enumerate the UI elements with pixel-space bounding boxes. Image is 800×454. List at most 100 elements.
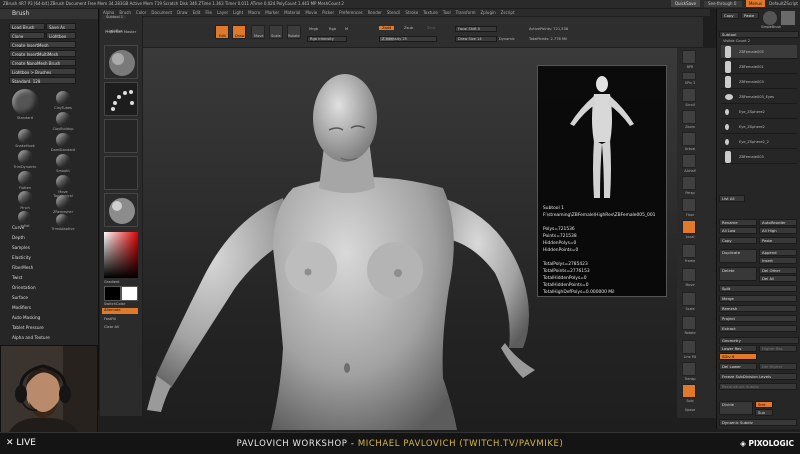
zsub-button[interactable]: Zsub: [404, 26, 413, 30]
default-zscript-button[interactable]: DefaultZScript: [769, 1, 798, 6]
menu-picker[interactable]: Picker: [322, 10, 334, 15]
menu-color[interactable]: Color: [136, 10, 146, 15]
rgb-intensity-slider[interactable]: Rgb Intensity: [307, 36, 347, 42]
brush-thumb-trimadaptive[interactable]: [56, 214, 68, 226]
persp-button[interactable]: [682, 176, 696, 190]
lightbox-brushes-button[interactable]: Lightbox > Brushes: [9, 68, 76, 75]
brush-thumb-move[interactable]: [56, 112, 70, 126]
del-other-button[interactable]: Del Other: [759, 267, 797, 274]
del-all-button[interactable]: Del All: [759, 275, 797, 282]
load-brush-button[interactable]: Load Brush: [9, 23, 45, 30]
brush-menu-fibermesh[interactable]: FiberMesh: [12, 265, 33, 270]
freeze-subdivision-button[interactable]: Freeze SubDivision Levels: [719, 373, 797, 380]
menus-toggle[interactable]: Menus: [745, 0, 766, 7]
subtool-item[interactable]: Eye_ZSphere2: [721, 105, 797, 119]
list-all-button[interactable]: List All: [719, 195, 745, 202]
suv-toggle[interactable]: Suv: [755, 409, 773, 416]
color-picker[interactable]: [104, 232, 138, 278]
subtool-item[interactable]: ZBFemale003: [721, 150, 797, 164]
tool-thumb-sphere[interactable]: [104, 45, 138, 79]
subtool-item[interactable]: Eye_ZSphere2_2: [721, 135, 797, 149]
brush-thumb-pinch[interactable]: [18, 191, 32, 205]
dynamic-button[interactable]: Dynamic: [499, 37, 515, 41]
rename-button[interactable]: Rename: [719, 219, 757, 226]
duplicate-button[interactable]: Duplicate: [719, 249, 757, 263]
line-fill-button[interactable]: [682, 340, 696, 354]
brush-thumb-standard[interactable]: [12, 89, 38, 115]
tool-thumb-texture[interactable]: [104, 156, 138, 190]
subtool-item[interactable]: ZBFemale003_Eyes: [721, 90, 797, 104]
paste-tool-button[interactable]: Paste: [741, 12, 759, 19]
menu-draw[interactable]: Draw: [177, 10, 187, 15]
floor-button[interactable]: [682, 198, 696, 212]
scale-view-button[interactable]: [682, 292, 696, 306]
copy-subtool-button[interactable]: Copy: [719, 237, 757, 244]
menu-material[interactable]: Material: [284, 10, 300, 15]
higher-res-button[interactable]: Higher Res: [759, 345, 797, 352]
mrgb-button[interactable]: Mrgb: [309, 27, 318, 31]
copy-tool-button[interactable]: Copy: [721, 12, 739, 19]
lightbox-button[interactable]: Lightbox: [46, 32, 76, 39]
brush-menu-alpha-texture[interactable]: Alpha and Texture: [12, 335, 50, 340]
alternate-button[interactable]: Alternate: [102, 308, 138, 314]
zadd-button[interactable]: Zadd: [379, 26, 395, 30]
smt-toggle[interactable]: Smt: [755, 401, 773, 408]
geometry-header[interactable]: Geometry: [719, 337, 799, 344]
lightbox-tab[interactable]: LightBox: [107, 29, 123, 33]
m-button[interactable]: M: [345, 27, 348, 31]
menu-movie[interactable]: Movie: [305, 10, 317, 15]
rotate-button[interactable]: Rotate: [287, 25, 301, 39]
xpose-label[interactable]: Xpose: [679, 408, 701, 412]
z-intensity-slider[interactable]: Z Intensity 25: [379, 36, 437, 42]
focal-shift-slider[interactable]: Focal Shift 0: [455, 26, 497, 32]
merge-button[interactable]: Merge: [719, 295, 797, 302]
create-insertmesh-button[interactable]: Create InsertMesh: [9, 41, 76, 48]
menu-edit[interactable]: Edit: [193, 10, 201, 15]
solo-button[interactable]: [682, 384, 696, 398]
aahalf-button[interactable]: [682, 154, 696, 168]
fastfill-button[interactable]: FastFill: [104, 317, 116, 321]
tool-thumb-alpha[interactable]: [104, 119, 138, 153]
quicksave-button[interactable]: QuickSave: [670, 0, 700, 7]
scroll-button[interactable]: [682, 88, 696, 102]
rotate-view-button[interactable]: [682, 316, 696, 330]
menu-file[interactable]: File: [205, 10, 212, 15]
clear-all-button[interactable]: Clear All: [104, 325, 119, 329]
menu-tool[interactable]: Tool: [443, 10, 451, 15]
move-button[interactable]: Move: [251, 25, 265, 39]
all-high-button[interactable]: All High: [759, 227, 797, 234]
create-insertmultimesh-button[interactable]: Create InsertMultiMesh: [9, 50, 76, 57]
menu-marker[interactable]: Marker: [265, 10, 279, 15]
scale-button[interactable]: Scale: [269, 25, 283, 39]
brush-thumb-move-topological[interactable]: [56, 175, 70, 189]
brush-thumb-snakehook[interactable]: [18, 129, 32, 143]
rgb-button[interactable]: Rgb: [329, 27, 336, 31]
menu-stroke[interactable]: Stroke: [405, 10, 418, 15]
menu-transform[interactable]: Transform: [456, 10, 476, 15]
menu-preferences[interactable]: Preferences: [339, 10, 363, 15]
subtool-header[interactable]: Subtool: [719, 31, 799, 38]
del-higher-button[interactable]: Del Higher: [759, 363, 797, 370]
bpr-button[interactable]: [682, 50, 696, 64]
brush-thumb-damstandard[interactable]: [56, 133, 70, 147]
brush-menu-tablet-pressure[interactable]: Tablet Pressure: [12, 325, 44, 330]
draw-button[interactable]: Draw: [232, 25, 246, 39]
edit-button[interactable]: Edit: [215, 25, 229, 39]
paste-subtool-button[interactable]: Paste: [759, 237, 797, 244]
secondary-color-swatch[interactable]: [121, 286, 138, 301]
brush-thumb-zremesher[interactable]: [56, 195, 70, 209]
divide-button[interactable]: Divide: [719, 401, 753, 415]
brush-menu-modifiers[interactable]: Modifiers: [12, 305, 31, 310]
subtool-item[interactable]: ZBFemale001: [721, 60, 797, 74]
zoom-button[interactable]: [682, 110, 696, 124]
local-button[interactable]: [682, 220, 696, 234]
subtool-item[interactable]: ZBFemale005: [721, 45, 797, 59]
menu-macro[interactable]: Macro: [248, 10, 260, 15]
current-brush-slider[interactable]: Standard. 128: [9, 77, 76, 84]
spix-slider[interactable]: [682, 72, 696, 80]
clone-button[interactable]: Clone: [9, 32, 45, 39]
brush-thumb-trimdynamic[interactable]: [18, 150, 32, 164]
brush-menu-elasticity[interactable]: Elasticity: [12, 255, 31, 260]
draw-size-slider[interactable]: Draw Size 14: [455, 36, 497, 42]
all-low-button[interactable]: All Low: [719, 227, 757, 234]
